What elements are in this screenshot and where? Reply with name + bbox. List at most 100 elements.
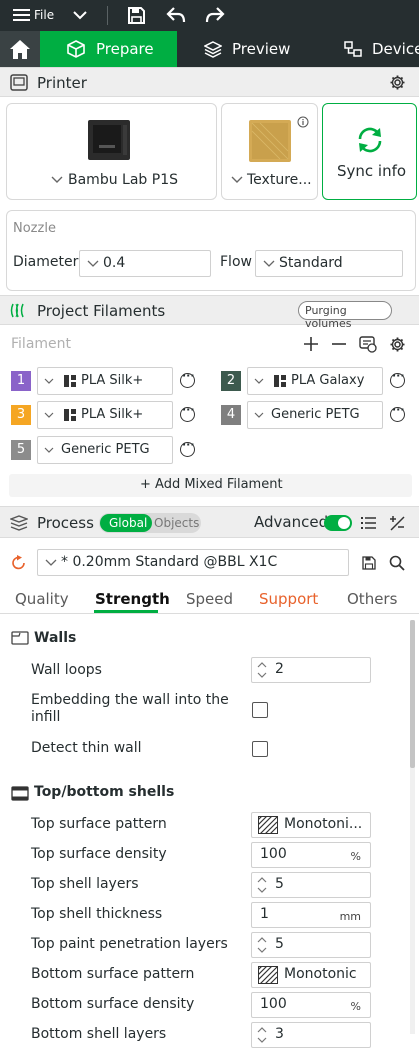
filament-select[interactable]: PLA Silk+ (37, 401, 173, 429)
tab-support[interactable]: Support (259, 590, 318, 608)
search-icon[interactable] (389, 555, 405, 571)
filament-color-swatch[interactable]: 3 (11, 405, 31, 425)
add-mixed-filament-button[interactable]: + Add Mixed Filament (9, 474, 412, 497)
bambu-logo-icon (274, 375, 286, 387)
process-preset-name: * 0.20mm Standard @BBL X1C (61, 554, 278, 570)
setting-input[interactable]: 5 (251, 872, 371, 898)
save-preset-icon[interactable] (362, 556, 376, 570)
filament-color-swatch[interactable]: 1 (11, 371, 31, 391)
purging-volumes-button[interactable]: Purging volumes (298, 301, 392, 330)
objects-label[interactable]: Objects (154, 516, 199, 530)
add-mixed-filament-label: + Add Mixed Filament (140, 477, 283, 492)
filament-sync-icon[interactable] (359, 336, 377, 353)
tab-others[interactable]: Others (347, 590, 397, 608)
tab-preview[interactable]: Preview (177, 31, 327, 67)
tab-speed[interactable]: Speed (186, 590, 233, 608)
process-preset-select[interactable]: * 0.20mm Standard @BBL X1C (37, 549, 349, 576)
setting-label: Bottom surface density (31, 996, 195, 1012)
tabs-divider (0, 613, 419, 614)
nozzle-label: Nozzle (13, 221, 56, 236)
filament-icon (10, 302, 28, 319)
flow-select[interactable]: Standard (255, 250, 403, 277)
gear-icon[interactable] (389, 74, 406, 91)
tab-strength[interactable]: Strength (95, 590, 170, 608)
diameter-select[interactable]: 0.4 (79, 250, 211, 277)
filament-more-icon[interactable] (390, 403, 405, 422)
undo-icon[interactable] (166, 7, 186, 23)
stepper-icon[interactable] (257, 875, 267, 895)
filament-more-icon[interactable] (390, 369, 405, 388)
plate-name: Texture... (247, 172, 312, 188)
setting-label: Top shell thickness (31, 906, 163, 922)
plate-card[interactable]: Texture... (221, 103, 318, 200)
filaments-section-title: Project Filaments (37, 302, 166, 320)
tab-home[interactable] (0, 31, 40, 67)
filament-more-icon[interactable] (180, 403, 195, 422)
filament-select[interactable]: PLA Silk+ (37, 367, 173, 395)
filament-more-icon[interactable] (180, 438, 195, 457)
advanced-toggle[interactable] (324, 515, 352, 531)
info-icon[interactable] (297, 116, 309, 128)
stepper-icon[interactable] (257, 935, 267, 955)
reset-icon[interactable] (11, 555, 27, 571)
diameter-value: 0.4 (103, 255, 126, 271)
tab-quality[interactable]: Quality (15, 590, 69, 608)
menu-icon[interactable] (13, 8, 31, 23)
filament-settings-icon[interactable] (389, 336, 406, 353)
nozzle-panel: Nozzle Diameter 0.4 Flow Standard (6, 210, 416, 291)
printer-card[interactable]: Bambu Lab P1S (6, 103, 217, 200)
remove-icon[interactable] (332, 343, 346, 345)
setting-input[interactable]: 3 (251, 1022, 371, 1048)
global-objects-toggle[interactable]: Global Objects (99, 513, 201, 533)
compare-icon[interactable] (389, 515, 405, 531)
tab-prepare[interactable]: Prepare (40, 31, 177, 67)
chevron-down-icon[interactable] (73, 10, 87, 20)
filament-label: Filament (11, 336, 72, 352)
chevron-down-icon (44, 412, 54, 418)
stepper-icon[interactable] (257, 1025, 267, 1045)
bambu-logo-icon (64, 409, 76, 421)
pattern-icon (258, 816, 278, 834)
scrollbar-thumb[interactable] (410, 620, 415, 768)
filament-more-icon[interactable] (180, 369, 195, 388)
setting-input[interactable]: 1 mm (251, 902, 371, 928)
embed-wall-checkbox[interactable] (252, 702, 268, 718)
process-section-header: Process Global Objects Advanced (0, 506, 419, 538)
tab-device[interactable]: Device (327, 31, 419, 67)
filament-color-swatch[interactable]: 2 (221, 371, 241, 391)
global-option[interactable]: Global (100, 514, 152, 532)
filament-select[interactable]: Generic PETG (37, 436, 173, 464)
chevron-down-icon (51, 176, 63, 184)
setting-input[interactable]: 5 (251, 932, 371, 958)
setting-label: Bottom shell layers (31, 1026, 167, 1042)
setting-value: 100 (260, 996, 287, 1012)
setting-input[interactable]: Monotoni... (251, 812, 371, 838)
save-icon[interactable] (127, 6, 146, 25)
setting-input[interactable]: Monotonic (251, 962, 371, 988)
stepper-icon (257, 662, 267, 678)
list-icon[interactable] (361, 516, 377, 530)
sync-info-label: Sync info (337, 162, 407, 180)
printer-thumbnail (87, 119, 131, 161)
chevron-down-icon (254, 412, 264, 418)
shells-icon (11, 786, 29, 801)
global-label: Global (109, 516, 148, 530)
filament-select[interactable]: PLA Galaxy (247, 367, 383, 395)
setting-input[interactable]: 100% (251, 842, 371, 868)
setting-input[interactable]: 100% (251, 992, 371, 1018)
printer-section-title: Printer (37, 74, 87, 92)
add-icon[interactable] (304, 337, 318, 351)
filament-color-swatch[interactable]: 4 (221, 405, 241, 425)
redo-icon[interactable] (205, 7, 225, 23)
sync-info-button[interactable]: Sync info (322, 103, 417, 200)
detect-thin-wall-checkbox[interactable] (252, 741, 268, 757)
chevron-down-icon (254, 378, 264, 384)
filament-select[interactable]: Generic PETG (247, 401, 383, 429)
setting-label: Top shell layers (31, 876, 139, 892)
scrollbar-track[interactable] (410, 620, 415, 1034)
filament-color-swatch[interactable]: 5 (11, 440, 31, 460)
device-icon (344, 40, 362, 58)
file-menu[interactable]: File (34, 8, 54, 22)
flow-value: Standard (279, 255, 343, 271)
wall-loops-input[interactable]: 2 (251, 657, 371, 683)
